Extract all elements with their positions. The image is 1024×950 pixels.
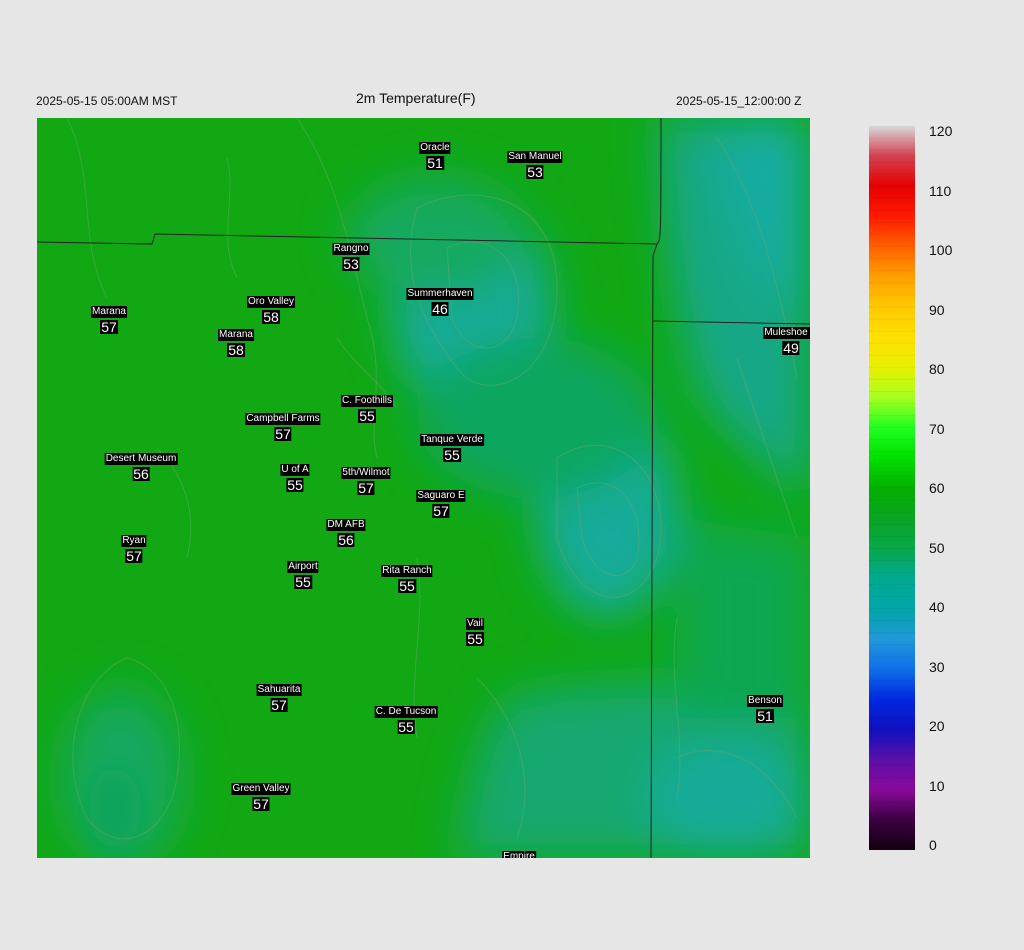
colorbar-tick-label: 0 bbox=[929, 837, 937, 853]
station-name: Rangno bbox=[332, 243, 370, 255]
station-label: 5th/Wilmot 57 bbox=[341, 463, 391, 497]
station-temperature: 57 bbox=[100, 319, 118, 335]
colorbar-gradient bbox=[869, 126, 915, 850]
colorbar-tick-label: 110 bbox=[929, 182, 952, 199]
station-name: C. De Tucson bbox=[374, 706, 438, 718]
station-temperature: 55 bbox=[286, 477, 304, 493]
station-temperature: 55 bbox=[294, 574, 312, 590]
station-name: Ryan bbox=[121, 535, 147, 547]
station-temperature: 57 bbox=[274, 426, 292, 442]
station-label: Benson 51 bbox=[747, 691, 783, 725]
station-label: DM AFB 56 bbox=[326, 515, 366, 549]
station-temperature: 55 bbox=[443, 447, 461, 463]
station-label: Desert Museum 56 bbox=[104, 449, 178, 483]
station-name: Muleshoe R bbox=[763, 327, 810, 339]
station-temperature: 55 bbox=[397, 719, 415, 735]
station-label: Vail 55 bbox=[466, 614, 484, 648]
station-name: Campbell Farms bbox=[245, 413, 321, 425]
station-name: Tanque Verde bbox=[420, 434, 484, 446]
station-name: Empire bbox=[502, 851, 536, 858]
station-name: Saguaro E bbox=[416, 490, 466, 502]
station-name: 5th/Wilmot bbox=[341, 467, 391, 479]
station-label: C. Foothills 55 bbox=[340, 391, 394, 425]
station-name: Green Valley bbox=[231, 783, 291, 795]
station-name: Marana bbox=[91, 306, 127, 318]
station-temperature: 53 bbox=[526, 164, 544, 180]
colorbar-tick-label: 70 bbox=[929, 420, 945, 437]
colorbar bbox=[869, 126, 915, 850]
station-name: San Manuel bbox=[507, 151, 563, 163]
station-temperature: 57 bbox=[357, 480, 375, 496]
colorbar-tick-label: 50 bbox=[929, 539, 945, 556]
station-label: Tanque Verde 55 bbox=[420, 430, 484, 464]
station-label: Oracle 51 bbox=[419, 138, 451, 172]
station-temperature: 51 bbox=[426, 155, 444, 171]
station-temperature: 56 bbox=[132, 466, 150, 482]
station-label: Sahuarita 57 bbox=[256, 680, 302, 714]
colorbar-tick-label: 20 bbox=[929, 718, 945, 734]
station-name: Oro Valley bbox=[247, 296, 295, 308]
colorbar-tick-label: 30 bbox=[929, 658, 945, 675]
colorbar-tick-label: 10 bbox=[929, 777, 945, 794]
colorbar-tick-label: 80 bbox=[929, 361, 945, 377]
colorbar-tick-label: 120 bbox=[929, 123, 953, 139]
station-label: Oro Valley 58 bbox=[247, 292, 295, 326]
station-label: C. De Tucson 55 bbox=[374, 702, 438, 736]
station-temperature: 56 bbox=[337, 532, 355, 548]
station-name: Benson bbox=[747, 695, 783, 707]
station-temperature: 49 bbox=[782, 340, 800, 356]
station-name: Airport bbox=[287, 561, 319, 573]
station-temperature: 57 bbox=[252, 796, 270, 812]
station-temperature: 58 bbox=[227, 342, 245, 358]
station-name: Rita Ranch bbox=[381, 565, 433, 577]
station-temperature: 57 bbox=[270, 697, 288, 713]
temperature-map: Oracle 51 San Manuel 53 Rangno 53 Summerhaven 4… bbox=[37, 118, 810, 858]
local-time-label: 2025-05-15 05:00AM MST bbox=[36, 94, 178, 108]
station-name: Summerhaven bbox=[406, 288, 474, 300]
station-temperature: 57 bbox=[432, 503, 450, 519]
station-temperature: 57 bbox=[125, 548, 143, 564]
station-name: DM AFB bbox=[326, 519, 366, 531]
map-title: 2m Temperature(F) bbox=[356, 90, 476, 106]
station-temperature: 55 bbox=[358, 408, 376, 424]
station-label: Green Valley 57 bbox=[231, 779, 291, 813]
colorbar-tick-label: 90 bbox=[929, 301, 945, 318]
station-label: Rita Ranch 55 bbox=[381, 561, 433, 595]
colorbar-tick-label: 100 bbox=[929, 242, 953, 258]
station-temperature: 58 bbox=[262, 309, 280, 325]
station-name: Sahuarita bbox=[256, 684, 302, 696]
station-temperature: 53 bbox=[342, 256, 360, 272]
station-label: Saguaro E 57 bbox=[416, 486, 466, 520]
station-name: Marana bbox=[218, 329, 254, 341]
utc-time-label: 2025-05-15_12:00:00 Z bbox=[676, 94, 802, 108]
station-temperature: 55 bbox=[466, 631, 484, 647]
station-label: Empire bbox=[502, 847, 536, 858]
station-label: Ryan 57 bbox=[121, 531, 147, 565]
station-name: Desert Museum bbox=[104, 453, 178, 465]
station-label: Marana 57 bbox=[91, 302, 127, 336]
station-name: C. Foothills bbox=[340, 395, 394, 407]
station-label: Summerhaven 46 bbox=[406, 284, 474, 318]
station-temperature: 55 bbox=[398, 578, 416, 594]
station-label: San Manuel 53 bbox=[507, 147, 563, 181]
station-temperature: 46 bbox=[431, 301, 449, 317]
station-label: Muleshoe R49 bbox=[763, 323, 810, 357]
station-name: U of A bbox=[280, 464, 310, 476]
colorbar-tick-label: 40 bbox=[929, 599, 945, 615]
station-label: Rangno 53 bbox=[332, 239, 370, 273]
station-label: Airport 55 bbox=[287, 557, 319, 591]
station-label: Campbell Farms 57 bbox=[245, 409, 321, 443]
colorbar-tick-label: 60 bbox=[929, 480, 945, 496]
station-name: Oracle bbox=[419, 142, 451, 154]
station-label: Marana 58 bbox=[218, 325, 254, 359]
station-name: Vail bbox=[466, 618, 484, 630]
station-label: U of A 55 bbox=[280, 460, 310, 494]
station-temperature: 51 bbox=[756, 708, 774, 724]
